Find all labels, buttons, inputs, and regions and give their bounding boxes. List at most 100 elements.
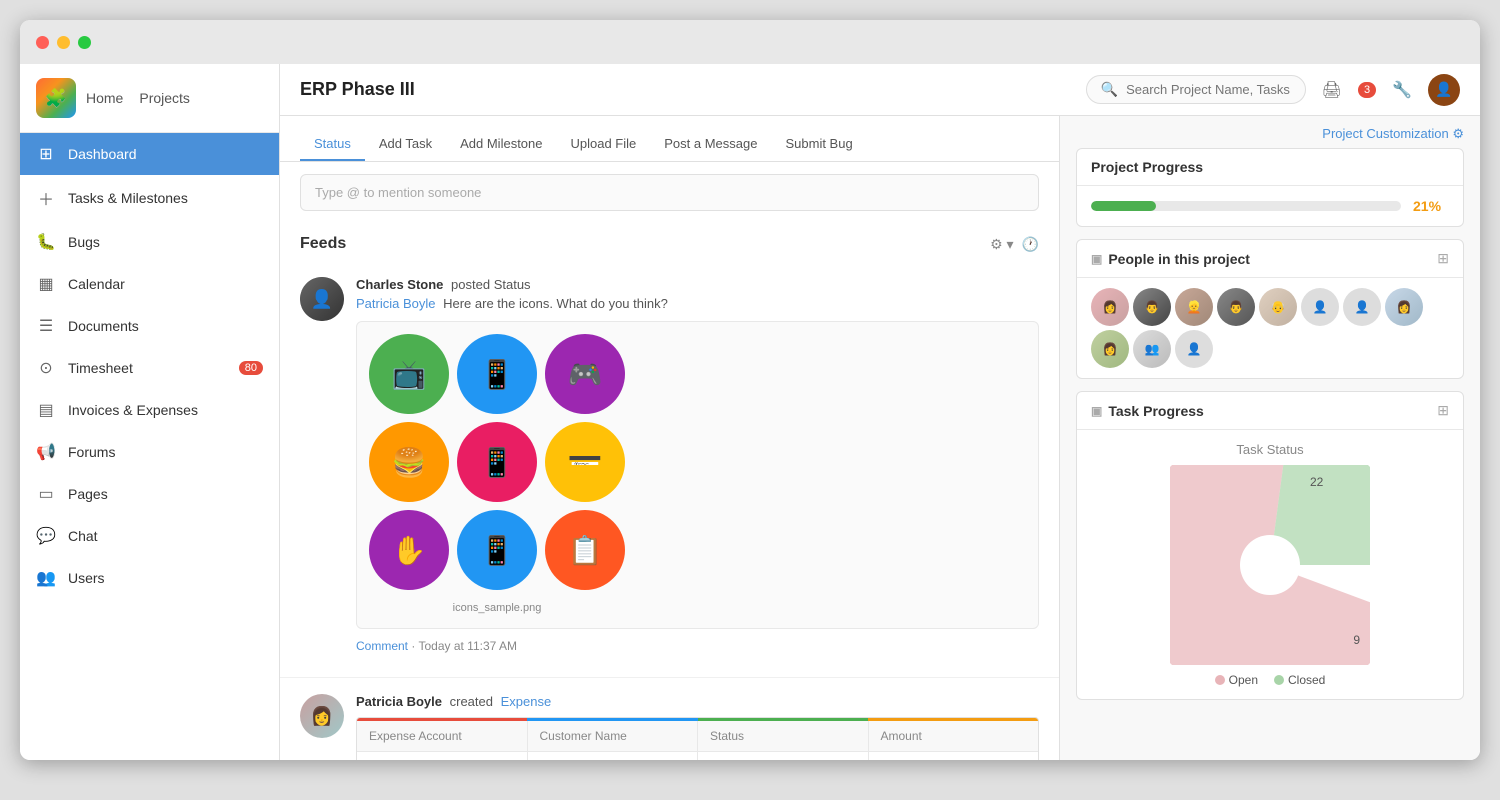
expense-amount-value: $50,400.00 [869, 751, 1039, 760]
person-avatar-6: 👤 [1301, 288, 1339, 326]
sidebar-item-label: Bugs [68, 234, 100, 250]
feed-icon-4: 🍔 [369, 422, 449, 502]
user-avatar[interactable]: 👤 [1428, 74, 1460, 106]
feed-icon-6: 💳 [545, 422, 625, 502]
tab-post-message[interactable]: Post a Message [650, 128, 771, 161]
customization-link[interactable]: Project Customization ⚙ [1060, 116, 1480, 148]
legend-open: Open [1215, 673, 1258, 687]
search-box[interactable]: 🔍 [1086, 75, 1306, 104]
feed-action: posted Status [451, 277, 531, 292]
patricia-action: created [450, 694, 493, 709]
tab-submit-bug[interactable]: Submit Bug [771, 128, 866, 161]
tab-add-milestone[interactable]: Add Milestone [446, 128, 556, 161]
feed-icon-2: 📱 [457, 334, 537, 414]
legend-open-label: Open [1229, 673, 1258, 687]
sidebar-item-forums[interactable]: 📢 Forums [20, 431, 279, 473]
people-avatars-row2: 👩 👥 👤 [1091, 330, 1449, 368]
forums-icon: 📢 [36, 442, 56, 462]
expense-customer-value: Florence Capital [528, 751, 699, 760]
sidebar-item-users[interactable]: 👥 Users [20, 557, 279, 599]
feed-author: Charles Stone [356, 277, 443, 292]
tab-add-task[interactable]: Add Task [365, 128, 446, 161]
pie-chart: 22 9 [1170, 465, 1370, 665]
status-input[interactable]: Type @ to mention someone [300, 174, 1039, 211]
sidebar-item-documents[interactable]: ☰ Documents [20, 305, 279, 347]
chat-icon: 💬 [36, 526, 56, 546]
feed-body-text: Here are the icons. What do you think? [443, 296, 668, 311]
sidebar-menu: ⊞ Dashboard ＋ Tasks & Milestones 🐛 Bugs … [20, 133, 279, 760]
expense-link[interactable]: Expense [501, 694, 552, 709]
feeds-actions: ⚙ ▾ 🕐 [990, 236, 1039, 253]
calendar-icon: ▦ [36, 274, 56, 294]
feeds-history-icon[interactable]: 🕐 [1022, 236, 1039, 253]
expense-status-value: Non-Billable [698, 751, 869, 760]
timesheet-badge: 80 [239, 361, 263, 375]
page-title: ERP Phase III [300, 79, 1086, 100]
sidebar-logo: 🧩 Home Projects [20, 64, 279, 133]
sidebar-item-pages[interactable]: ▭ Pages [20, 473, 279, 515]
expense-col-amount-label: Amount [869, 721, 1039, 751]
person-avatar-11: 👤 [1175, 330, 1213, 368]
people-expand-btn[interactable]: ⊞ [1437, 250, 1449, 267]
feed-author-line: Charles Stone posted Status [356, 277, 1039, 292]
sidebar-item-label: Documents [68, 318, 139, 334]
feeds-settings-icon[interactable]: ⚙ ▾ [990, 236, 1013, 253]
close-button[interactable] [36, 36, 49, 49]
search-icon: 🔍 [1101, 81, 1118, 98]
sidebar-item-invoices[interactable]: ▤ Invoices & Expenses [20, 389, 279, 431]
task-progress-header: ▣ Task Progress ⊞ [1077, 392, 1463, 430]
feed-icon-8: 📱 [457, 510, 537, 590]
sidebar-item-label: Pages [68, 486, 108, 502]
settings-icon[interactable]: 🔧 [1386, 74, 1418, 106]
tab-status[interactable]: Status [300, 128, 365, 161]
action-tabs: Status Add Task Add Milestone Upload Fil… [280, 116, 1059, 162]
nav-home[interactable]: Home [86, 90, 123, 106]
progress-bar-section: 21% [1077, 186, 1463, 226]
person-avatar-7: 👤 [1343, 288, 1381, 326]
content-area: Status Add Task Add Milestone Upload Fil… [280, 116, 1480, 760]
feeds-header: Feeds ⚙ ▾ 🕐 [280, 223, 1059, 261]
tab-upload-file[interactable]: Upload File [557, 128, 651, 161]
person-avatar-1: 👩 [1091, 288, 1129, 326]
maximize-button[interactable] [78, 36, 91, 49]
feed-panel: Status Add Task Add Milestone Upload Fil… [280, 116, 1060, 760]
feed-filename: icons_sample.png [369, 598, 625, 616]
feed-content-charles: Charles Stone posted Status Patricia Boy… [356, 277, 1039, 653]
feed-icon-9: 📋 [545, 510, 625, 590]
notification-badge[interactable]: 3 [1358, 82, 1376, 98]
right-panel: Project Customization ⚙ Project Progress [1060, 116, 1480, 760]
right-panel-content: Project Progress 21% [1060, 148, 1480, 728]
expense-table-header: Expense Account Customer Name Status Amo… [357, 721, 1038, 751]
sidebar-item-tasks[interactable]: ＋ Tasks & Milestones [20, 175, 279, 221]
print-icon[interactable]: 🖨 [1316, 74, 1348, 106]
minimize-button[interactable] [57, 36, 70, 49]
search-input[interactable] [1126, 82, 1291, 97]
sidebar-item-bugs[interactable]: 🐛 Bugs [20, 221, 279, 263]
nav-projects[interactable]: Projects [139, 90, 190, 106]
expense-table-row: Advance Tax Florence Capital Non-Billabl… [357, 751, 1038, 760]
chart-label-open: 22 [1310, 475, 1323, 489]
expense-account-value: Advance Tax [357, 751, 528, 760]
sidebar-item-chat[interactable]: 💬 Chat [20, 515, 279, 557]
progress-percent: 21% [1413, 198, 1449, 214]
topbar: ERP Phase III 🔍 🖨 3 🔧 👤 [280, 64, 1480, 116]
charles-avatar: 👤 [300, 277, 344, 321]
person-avatar-4: 👨 [1217, 288, 1255, 326]
feed-meta: Comment · Today at 11:37 AM [356, 639, 1039, 653]
person-avatar-5: 👴 [1259, 288, 1297, 326]
people-avatars-row1: 👩 👨 👱 👨 👴 👤 👤 👩 [1091, 288, 1449, 326]
legend-closed-label: Closed [1288, 673, 1325, 687]
project-progress-header: Project Progress [1077, 149, 1463, 186]
feed-comment-link[interactable]: Comment [356, 639, 408, 653]
people-header: ▣ People in this project ⊞ [1077, 240, 1463, 278]
users-icon: 👥 [36, 568, 56, 588]
task-expand-btn[interactable]: ⊞ [1437, 402, 1449, 419]
task-collapse-icon: ▣ [1091, 404, 1102, 418]
expense-col-account-label: Expense Account [357, 721, 528, 751]
sidebar-item-calendar[interactable]: ▦ Calendar [20, 263, 279, 305]
feeds-title: Feeds [300, 235, 346, 253]
feed-header-patricia: 👩 Patricia Boyle created Expense [300, 694, 1039, 760]
sidebar-item-dashboard[interactable]: ⊞ Dashboard [20, 133, 279, 175]
sidebar-item-label: Forums [68, 444, 115, 460]
sidebar-item-timesheet[interactable]: ⊙ Timesheet 80 [20, 347, 279, 389]
